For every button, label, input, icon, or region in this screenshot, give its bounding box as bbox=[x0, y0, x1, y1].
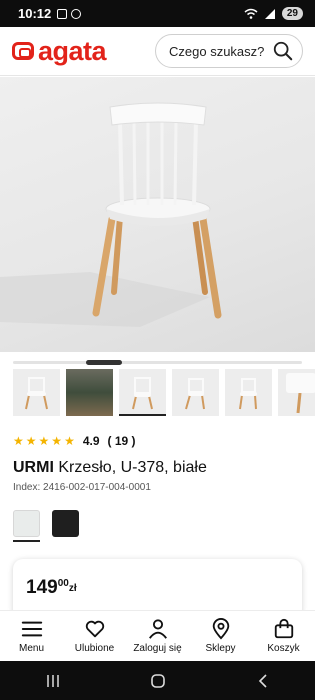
nav-item-login[interactable]: Zaloguj się bbox=[128, 618, 188, 654]
gallery-thumbnail[interactable] bbox=[225, 369, 272, 416]
screenshot-icon bbox=[57, 8, 68, 19]
gallery-scroll-thumb bbox=[86, 360, 122, 365]
nav-label: Menu bbox=[18, 643, 44, 654]
user-icon bbox=[148, 619, 167, 639]
product-brand: URMI bbox=[13, 459, 54, 476]
wifi-icon bbox=[244, 8, 258, 19]
search-icon[interactable] bbox=[272, 40, 294, 62]
nav-label: Sklepy bbox=[205, 643, 236, 654]
home-icon[interactable] bbox=[150, 673, 166, 689]
price-decimal: 00 bbox=[57, 578, 69, 589]
color-options bbox=[13, 510, 79, 537]
chair-image bbox=[0, 102, 222, 327]
search-input[interactable]: Czego szukasz? bbox=[155, 34, 303, 68]
nav-item-favorites[interactable]: Ulubione bbox=[65, 618, 125, 654]
gallery-thumbnail[interactable] bbox=[66, 369, 113, 416]
chair-thumbnail-image bbox=[185, 378, 205, 410]
location-pin-icon bbox=[212, 618, 229, 640]
signal-icon bbox=[264, 8, 275, 19]
logo-mark-icon bbox=[12, 42, 34, 60]
product-rating[interactable]: ★ ★ ★ ★ ★ 4.9 ( 19 ) bbox=[13, 434, 136, 448]
color-swatch-white[interactable] bbox=[13, 510, 40, 537]
gallery-thumbnail-active[interactable] bbox=[119, 369, 166, 416]
product-index: Index: 2416-002-017-004-0001 bbox=[13, 482, 151, 493]
rating-count[interactable]: ( 19 ) bbox=[108, 434, 136, 448]
back-icon[interactable] bbox=[255, 673, 271, 689]
heart-icon bbox=[85, 620, 104, 638]
status-bar: 10:12 29 bbox=[0, 0, 315, 27]
gallery-thumbnail[interactable] bbox=[13, 369, 60, 416]
price-currency: zł bbox=[68, 583, 77, 594]
gallery-thumbnails bbox=[13, 369, 315, 416]
product-title: URMI Krzesło, U-378, białe bbox=[13, 459, 207, 477]
shopping-bag-icon bbox=[274, 618, 293, 639]
star-icon: ★ bbox=[13, 434, 24, 448]
gallery-thumbnail[interactable] bbox=[172, 369, 219, 416]
app-header: agata Czego szukasz? bbox=[0, 27, 315, 76]
product-main-image[interactable] bbox=[0, 77, 315, 352]
color-swatch-black[interactable] bbox=[52, 510, 79, 537]
nav-label: Ulubione bbox=[74, 643, 115, 654]
nav-item-stores[interactable]: Sklepy bbox=[191, 618, 251, 654]
star-icon: ★ bbox=[25, 434, 37, 448]
bottom-navigation: Menu Ulubione Zaloguj się Sklepy Koszyk bbox=[0, 610, 315, 661]
product-name: Krzesło, U-378, białe bbox=[58, 459, 207, 476]
search-placeholder: Czego szukasz? bbox=[169, 43, 265, 59]
recent-apps-icon[interactable] bbox=[45, 673, 61, 689]
selected-color-indicator bbox=[13, 540, 40, 542]
product-price: 149 00 zł bbox=[26, 577, 302, 599]
logo-text: agata bbox=[38, 35, 107, 66]
nav-label: Zaloguj się bbox=[133, 643, 182, 654]
chair-thumbnail-image bbox=[239, 378, 257, 410]
chair-thumbnail-image bbox=[25, 377, 48, 410]
messenger-icon bbox=[71, 8, 82, 19]
gallery-scroll-indicator bbox=[13, 360, 302, 365]
gallery-thumbnail[interactable] bbox=[278, 369, 315, 416]
star-icon: ★ bbox=[64, 434, 75, 448]
nav-item-cart[interactable]: Koszyk bbox=[254, 618, 314, 654]
battery-indicator: 29 bbox=[281, 7, 303, 20]
status-notification-icons bbox=[57, 8, 82, 19]
menu-icon bbox=[21, 621, 42, 637]
star-icon: ★ bbox=[38, 434, 50, 448]
system-navigation-bar bbox=[0, 661, 315, 700]
price-integer: 149 bbox=[26, 577, 58, 598]
agata-logo[interactable]: agata bbox=[12, 35, 107, 67]
status-time: 10:12 bbox=[18, 6, 52, 21]
chair-thumbnail-image bbox=[286, 373, 315, 414]
nav-label: Koszyk bbox=[267, 643, 300, 654]
nav-item-menu[interactable]: Menu bbox=[2, 618, 62, 654]
star-icon: ★ bbox=[51, 434, 63, 448]
rating-value: 4.9 bbox=[82, 434, 100, 448]
chair-thumbnail-image bbox=[132, 377, 153, 410]
